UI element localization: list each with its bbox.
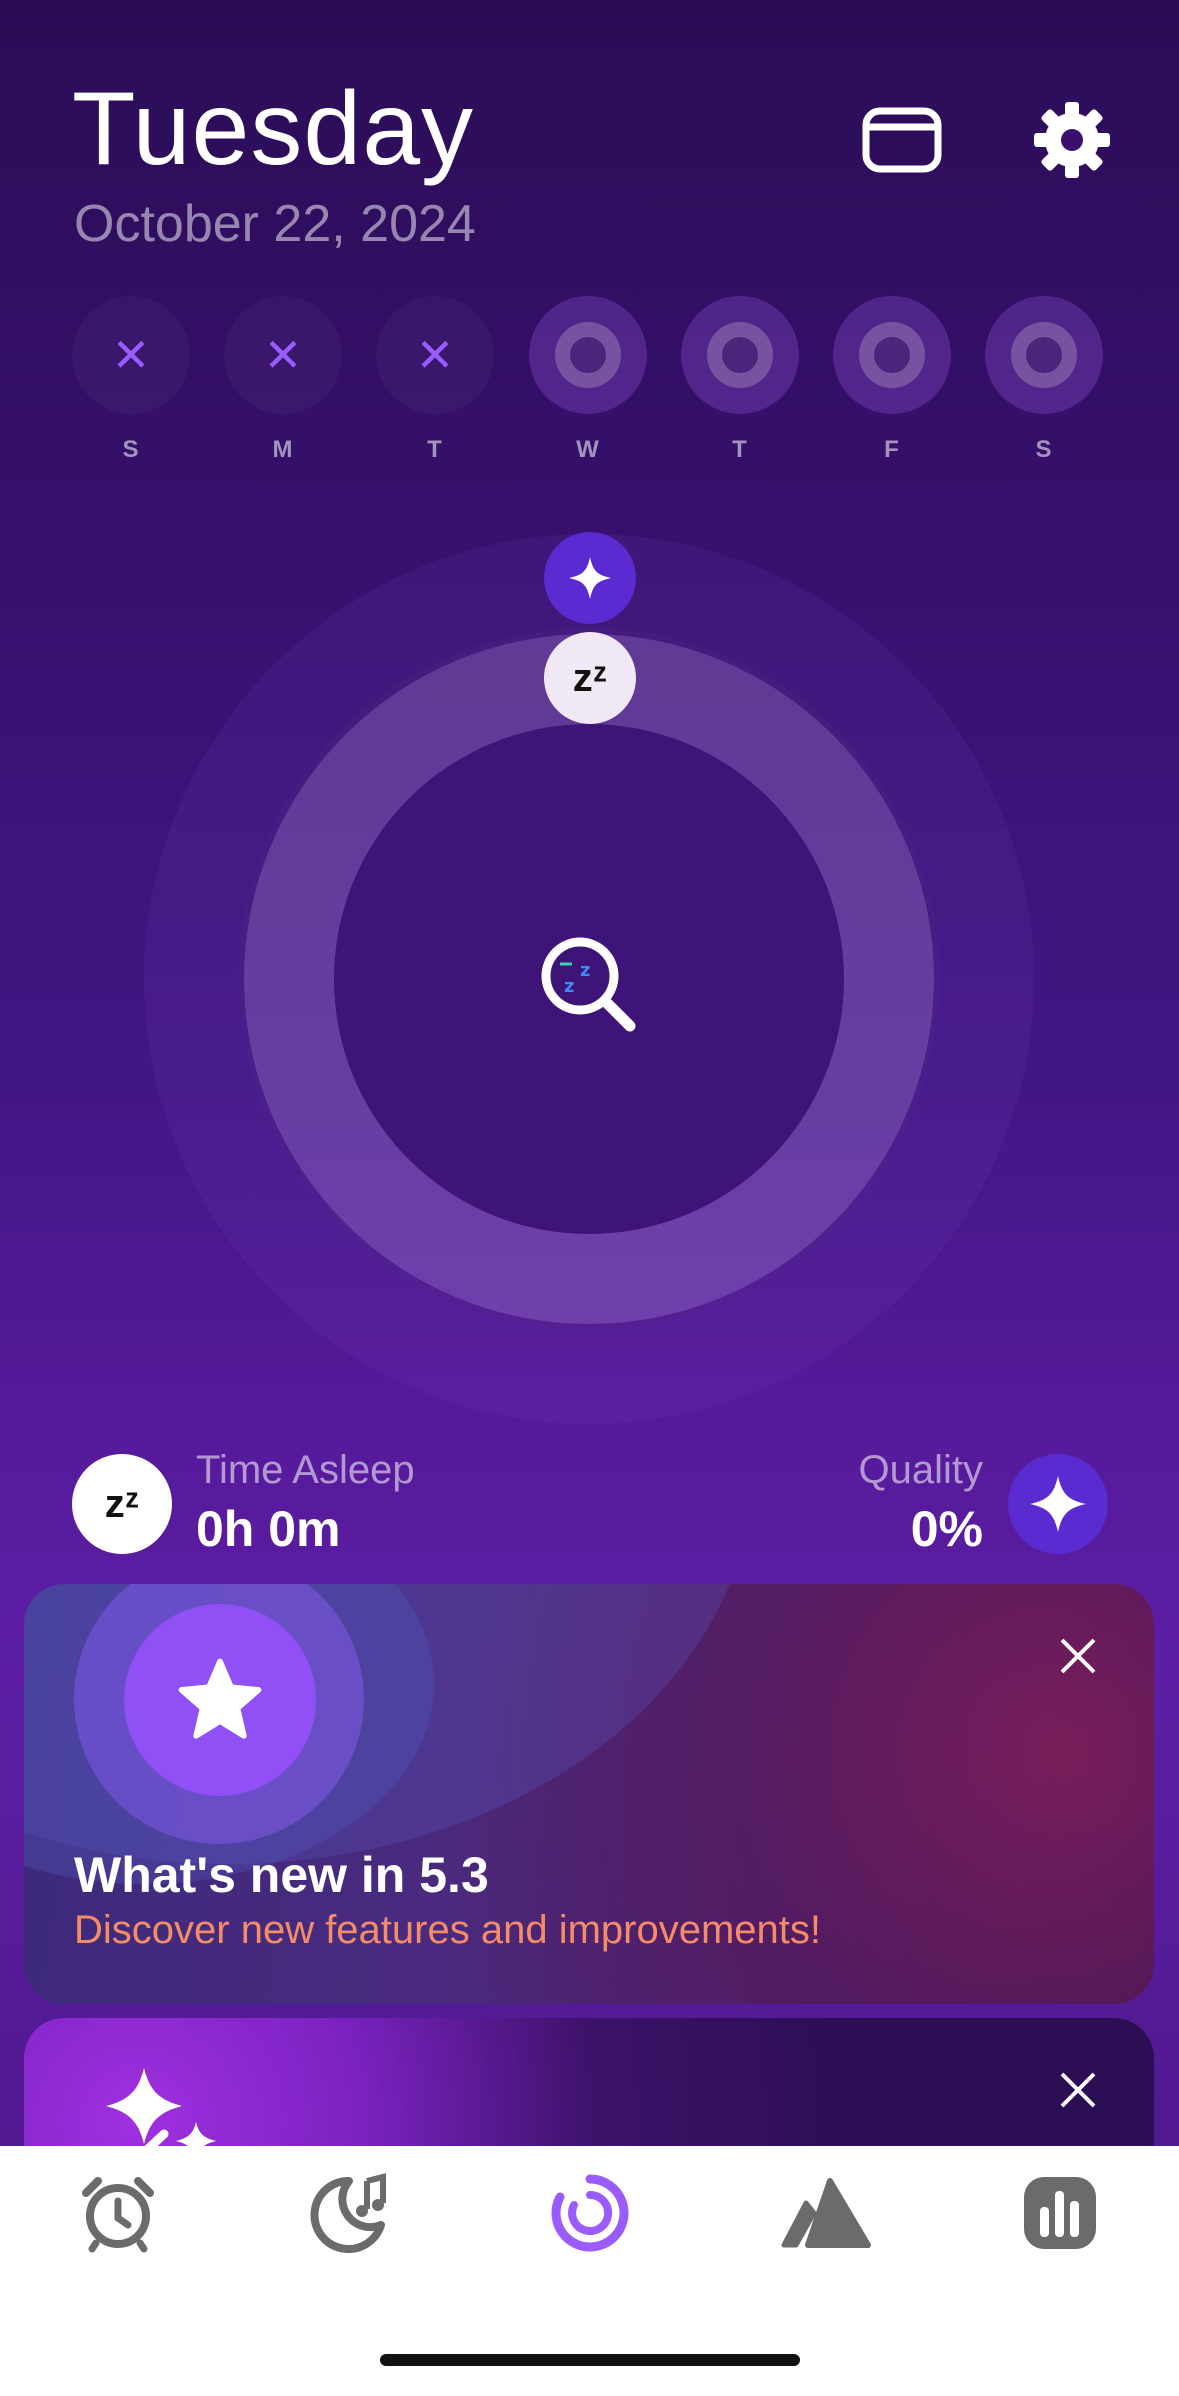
svg-text:z: z xyxy=(564,976,574,997)
day-missed-circle: ✕ xyxy=(72,296,190,414)
day-letter: W xyxy=(576,436,600,463)
zz-icon: zᶻ xyxy=(572,655,608,700)
week-strip: ✕ S ✕ M ✕ T W T F S xyxy=(72,296,1112,466)
day-saturday[interactable]: S xyxy=(985,296,1103,464)
whats-new-subtitle: Discover new features and improvements! xyxy=(74,1908,821,1952)
tab-bar xyxy=(0,2146,1179,2396)
day-tuesday[interactable]: ✕ T xyxy=(376,296,494,464)
day-letter: S xyxy=(1035,436,1053,463)
calendar-button[interactable] xyxy=(852,90,952,190)
empty-ring-icon xyxy=(859,322,925,388)
date-subtitle: October 22, 2024 xyxy=(74,195,476,253)
day-missed-circle: ✕ xyxy=(224,296,342,414)
star-badge xyxy=(124,1604,316,1796)
empty-ring-icon xyxy=(1011,322,1077,388)
empty-ring-icon xyxy=(555,322,621,388)
moon-music-icon xyxy=(310,2173,386,2253)
missed-x-icon: ✕ xyxy=(111,329,151,381)
missed-x-icon: ✕ xyxy=(263,329,303,381)
quality-value: 0% xyxy=(910,1501,983,1557)
empty-ring-icon xyxy=(707,322,773,388)
home-indicator[interactable] xyxy=(380,2354,800,2366)
day-sunday[interactable]: ✕ S xyxy=(72,296,190,464)
whats-new-card[interactable]: What's new in 5.3 Discover new features … xyxy=(24,1584,1154,2004)
sleep-marker: zᶻ xyxy=(544,632,636,724)
quality-icon xyxy=(1008,1454,1108,1554)
bar-chart-icon xyxy=(1024,2177,1096,2249)
day-title: Tuesday xyxy=(72,71,475,187)
day-future-circle xyxy=(681,296,799,414)
quality-label: Quality xyxy=(858,1448,984,1492)
day-letter: T xyxy=(427,436,443,463)
mountain-icon xyxy=(781,2178,871,2248)
sleep-progress-icon xyxy=(551,2174,629,2252)
day-missed-circle: ✕ xyxy=(376,296,494,414)
tab-sounds[interactable] xyxy=(302,2168,402,2258)
gear-icon xyxy=(1034,102,1110,178)
tab-stats[interactable] xyxy=(1010,2168,1110,2258)
day-future-circle xyxy=(833,296,951,414)
sleep-search-icon[interactable]: z z xyxy=(530,926,650,1046)
day-letter: T xyxy=(732,436,748,463)
day-friday[interactable]: F xyxy=(833,296,951,464)
time-asleep-value: 0h 0m xyxy=(196,1501,341,1557)
missed-x-icon: ✕ xyxy=(415,329,455,381)
day-thursday[interactable]: T xyxy=(681,296,799,464)
day-letter: S xyxy=(122,436,140,463)
tab-trends[interactable] xyxy=(776,2168,876,2258)
day-wednesday[interactable]: W xyxy=(529,296,647,464)
day-letter: F xyxy=(884,436,900,463)
time-asleep-label: Time Asleep xyxy=(196,1448,415,1492)
calendar-icon xyxy=(862,107,942,173)
close-icon xyxy=(1060,1638,1096,1674)
close-button[interactable] xyxy=(1048,2060,1108,2120)
star-icon xyxy=(178,1658,262,1739)
tab-sleep[interactable] xyxy=(540,2168,640,2258)
settings-button[interactable] xyxy=(1022,90,1122,190)
diamond-sparkle-icon xyxy=(1030,1476,1086,1532)
svg-text:z: z xyxy=(580,960,590,981)
zz-icon: zᶻ xyxy=(104,1481,140,1526)
close-button[interactable] xyxy=(1048,1626,1108,1686)
diamond-sparkle-icon xyxy=(569,557,611,599)
day-future-circle xyxy=(985,296,1103,414)
quality-marker xyxy=(544,532,636,624)
alarm-clock-icon xyxy=(82,2177,154,2253)
close-icon xyxy=(1060,2072,1096,2108)
whats-new-title: What's new in 5.3 xyxy=(74,1847,489,1903)
day-letter: M xyxy=(272,436,294,463)
tab-alarm[interactable] xyxy=(68,2168,168,2258)
day-monday[interactable]: ✕ M xyxy=(224,296,342,464)
time-asleep-icon: zᶻ xyxy=(72,1454,172,1554)
day-future-circle xyxy=(529,296,647,414)
